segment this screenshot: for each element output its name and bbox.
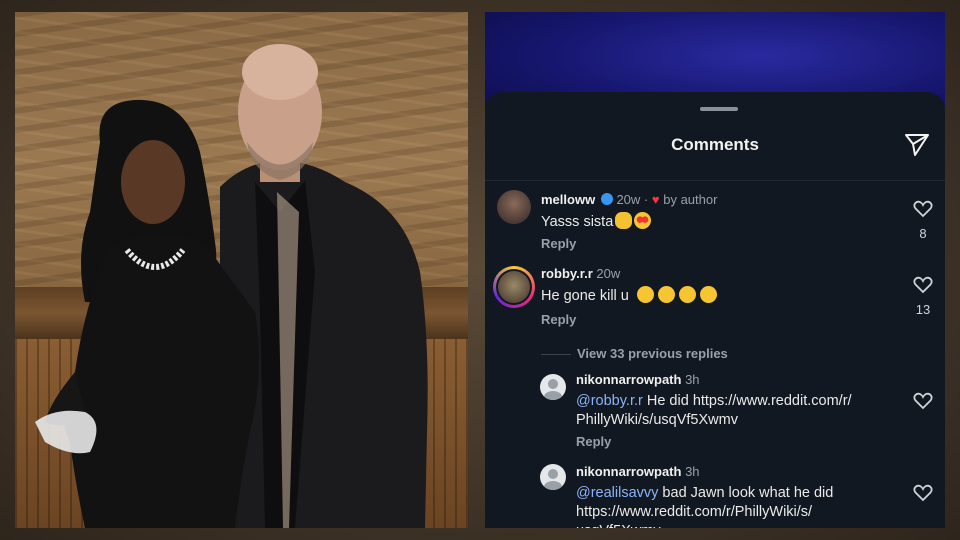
reply-text-line2: PhillyWiki/s/usqVf5Xwmv bbox=[576, 412, 738, 428]
view-replies-button[interactable]: View 33 previous replies bbox=[577, 346, 728, 361]
comment-username[interactable]: robby.r.r bbox=[541, 266, 593, 281]
reply-meta: nikonnarrowpath 3h bbox=[576, 464, 700, 479]
avatar-image bbox=[498, 271, 530, 303]
view-replies-line bbox=[541, 354, 571, 355]
woman-figure bbox=[35, 99, 259, 528]
reply-button[interactable]: Reply bbox=[541, 236, 576, 251]
avatar[interactable] bbox=[540, 464, 566, 490]
tears-of-joy-icon bbox=[699, 286, 717, 303]
reply-text-line2: https://www.reddit.com/r/PhillyWiki/s/ bbox=[576, 504, 813, 520]
man-figure bbox=[215, 44, 428, 528]
comments-app: Comments melloww 20w · ♥ by author Yasss… bbox=[485, 12, 945, 528]
sheet-title: Comments bbox=[671, 135, 759, 154]
photo-figures bbox=[35, 44, 428, 528]
heart-eyes-icon bbox=[634, 212, 652, 229]
verified-badge-icon bbox=[600, 193, 613, 205]
heart-outline-icon[interactable] bbox=[912, 200, 934, 223]
comment-text-content: Yasss sista bbox=[541, 214, 614, 230]
reply-meta: nikonnarrowpath 3h bbox=[576, 372, 700, 387]
comment-text: He gone kill u bbox=[541, 286, 717, 306]
heart-outline-icon[interactable] bbox=[912, 392, 934, 415]
reply-time: 3h bbox=[685, 372, 700, 387]
heart-outline-icon[interactable] bbox=[912, 484, 934, 507]
avatar[interactable] bbox=[493, 266, 535, 308]
tears-of-joy-icon bbox=[678, 286, 696, 303]
couple-photo bbox=[15, 12, 468, 528]
reply-text-line3: usqVf5Xwmv bbox=[576, 523, 661, 528]
avatar[interactable] bbox=[540, 374, 566, 400]
separator-dot: · bbox=[643, 192, 649, 207]
default-avatar-body bbox=[544, 481, 562, 490]
comment-text: Yasss sista bbox=[541, 212, 652, 232]
reply-item: nikonnarrowpath 3h @robby.r.r He did htt… bbox=[485, 372, 945, 452]
reply-text-line1: bad Jawn look what he did bbox=[658, 485, 834, 501]
reply-username[interactable]: nikonnarrowpath bbox=[576, 464, 681, 479]
sheet-grabber[interactable] bbox=[700, 107, 738, 111]
default-avatar-head bbox=[548, 469, 558, 479]
reply-text: @robby.r.r He did https://www.reddit.com… bbox=[576, 392, 896, 430]
avatar[interactable] bbox=[497, 190, 531, 224]
like-count: 8 bbox=[919, 226, 927, 241]
reply-button[interactable]: Reply bbox=[576, 434, 611, 449]
comment-item: robby.r.r 20w He gone kill u Reply 13 bbox=[485, 266, 945, 346]
comment-time: 20w bbox=[616, 192, 641, 207]
paper-plane-icon[interactable] bbox=[903, 132, 931, 158]
default-avatar-head bbox=[548, 379, 558, 389]
comment-text-content: He gone kill u bbox=[541, 288, 629, 304]
reply-text-line1: He did https://www.reddit.com/r/ bbox=[642, 393, 852, 409]
header-divider bbox=[485, 180, 945, 181]
comment-meta: melloww 20w · ♥ by author bbox=[541, 192, 717, 207]
reply-time: 3h bbox=[685, 464, 700, 479]
like-count: 13 bbox=[915, 302, 931, 317]
mention-link[interactable]: @robby.r.r bbox=[576, 393, 643, 409]
clapping-hands-icon bbox=[615, 212, 633, 229]
heart-icon: ♥ bbox=[651, 192, 660, 207]
comment-item: melloww 20w · ♥ by author Yasss sista Re… bbox=[485, 190, 945, 260]
heart-outline-icon[interactable] bbox=[912, 276, 934, 299]
tears-of-joy-icon bbox=[657, 286, 675, 303]
reply-item: nikonnarrowpath 3h @realilsavvy bad Jawn… bbox=[485, 464, 945, 528]
comments-sheet: Comments melloww 20w · ♥ by author Yasss… bbox=[485, 92, 945, 528]
comment-meta: robby.r.r 20w bbox=[541, 266, 620, 281]
mention-link[interactable]: @realilsavvy bbox=[576, 485, 658, 501]
comment-username[interactable]: melloww bbox=[541, 192, 595, 207]
default-avatar-body bbox=[544, 391, 562, 400]
liked-by-author: by author bbox=[663, 192, 718, 207]
comment-time: 20w bbox=[596, 266, 621, 281]
reply-button[interactable]: Reply bbox=[541, 312, 576, 327]
reply-text: @realilsavvy bad Jawn look what he did h… bbox=[576, 484, 896, 528]
reply-username[interactable]: nikonnarrowpath bbox=[576, 372, 681, 387]
tears-of-joy-icon bbox=[636, 286, 654, 303]
